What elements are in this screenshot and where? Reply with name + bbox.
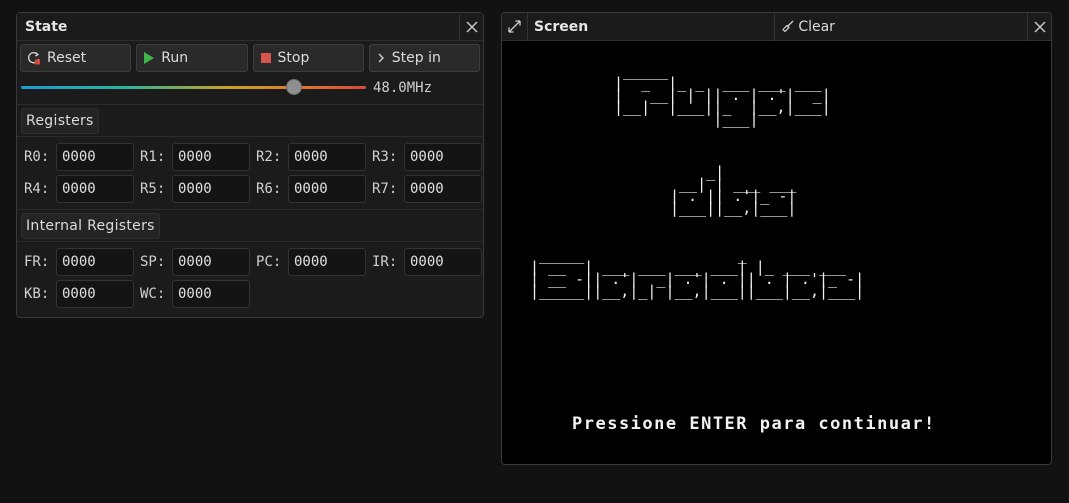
clock-speed-slider-track[interactable] xyxy=(21,86,366,89)
expand-icon xyxy=(508,20,521,33)
register-label: R2: xyxy=(256,149,282,165)
internal-register-value-field[interactable]: 0000 xyxy=(404,248,482,276)
clear-button[interactable]: Clear xyxy=(774,13,841,41)
internal-register-value-field[interactable]: 0000 xyxy=(172,280,250,308)
stop-icon xyxy=(260,53,271,63)
run-label: Run xyxy=(161,50,189,66)
register-cell: R2: 0000 xyxy=(256,143,372,171)
register-value-field[interactable]: 0000 xyxy=(404,143,482,171)
internal-registers-grid: FR: 0000 SP: 0000 PC: 0000 IR: 0000 KB: 0000 WC: 00… xyxy=(17,242,483,314)
internal-register-value-field[interactable]: 0000 xyxy=(172,248,250,276)
reset-label: Reset xyxy=(47,50,87,66)
register-cell: R6: 0000 xyxy=(256,175,372,203)
stop-label: Stop xyxy=(277,50,310,66)
register-cell: R1: 0000 xyxy=(140,143,256,171)
register-value-field[interactable]: 0000 xyxy=(288,143,366,171)
register-label: R1: xyxy=(140,149,166,165)
ascii-title-baralhas: _____ _ | __ | ___ ___ ___ ___| |_ ___ _… xyxy=(530,246,865,300)
state-title: State xyxy=(25,18,68,35)
registers-grid: R0: 0000 R1: 0000 R2: 0000 R3: 0000 R4: 0000 R5: 00… xyxy=(17,137,483,209)
register-label: R3: xyxy=(372,149,398,165)
ascii-title-fuga: _____ | _ |_ _ ___ ___ ___ | __| | || . … xyxy=(614,62,831,128)
internal-register-cell: WC: 0000 xyxy=(140,280,256,308)
register-value-field[interactable]: 0000 xyxy=(288,175,366,203)
clock-speed-value: 48.0MHz xyxy=(373,80,433,96)
state-titlebar: State xyxy=(17,13,483,41)
control-buttons: Reset Run Stop Step in xyxy=(17,41,483,72)
screen-title: Screen xyxy=(534,18,589,35)
broom-icon xyxy=(782,20,794,33)
internal-register-label: FR: xyxy=(24,254,50,270)
register-cell: R3: 0000 xyxy=(372,143,488,171)
register-value-field[interactable]: 0000 xyxy=(172,175,250,203)
continue-prompt: Pressione ENTER para continuar! xyxy=(572,414,936,434)
internal-register-label: WC: xyxy=(140,286,166,302)
register-value-field[interactable]: 0000 xyxy=(172,143,250,171)
screen-close-button[interactable] xyxy=(1027,13,1051,41)
register-cell: R4: 0000 xyxy=(24,175,140,203)
register-value-field[interactable]: 0000 xyxy=(56,175,134,203)
register-cell: R7: 0000 xyxy=(372,175,488,203)
stop-button[interactable]: Stop xyxy=(252,44,364,72)
register-value-field[interactable]: 0000 xyxy=(56,143,134,171)
expand-button[interactable] xyxy=(502,13,528,41)
play-icon xyxy=(144,52,155,64)
chevron-right-icon xyxy=(378,53,384,63)
internal-register-value-field[interactable]: 0000 xyxy=(56,248,134,276)
register-cell: R0: 0000 xyxy=(24,143,140,171)
internal-register-cell: SP: 0000 xyxy=(140,248,256,276)
register-label: R0: xyxy=(24,149,50,165)
register-label: R6: xyxy=(256,181,282,197)
step-in-button[interactable]: Step in xyxy=(368,44,480,72)
state-panel: State Reset Run Stop Step in 48.0MHz Reg… xyxy=(16,12,484,318)
close-icon xyxy=(466,21,477,32)
internal-register-label: IR: xyxy=(372,254,398,270)
screen-panel: Screen Clear _____ | _ |_ _ ___ ___ ___ … xyxy=(501,12,1052,465)
internal-register-label: SP: xyxy=(140,254,166,270)
internal-register-label: PC: xyxy=(256,254,282,270)
step-in-label: Step in xyxy=(391,50,441,66)
register-cell: R5: 0000 xyxy=(140,175,256,203)
internal-registers-header[interactable]: Internal Registers xyxy=(21,213,160,239)
register-value-field[interactable]: 0000 xyxy=(404,175,482,203)
internal-register-cell: FR: 0000 xyxy=(24,248,140,276)
reset-button[interactable]: Reset xyxy=(20,44,132,72)
internal-register-value-field[interactable]: 0000 xyxy=(288,248,366,276)
internal-register-cell: KB: 0000 xyxy=(24,280,140,308)
emulator-screen[interactable]: _____ | _ |_ _ ___ ___ ___ | __| | || . … xyxy=(502,41,1051,464)
run-button[interactable]: Run xyxy=(136,44,248,72)
register-label: R5: xyxy=(140,181,166,197)
internal-register-value-field[interactable]: 0000 xyxy=(56,280,134,308)
register-label: R7: xyxy=(372,181,398,197)
internal-register-cell: PC: 0000 xyxy=(256,248,372,276)
close-icon xyxy=(1034,21,1045,32)
clear-label: Clear xyxy=(798,18,835,35)
reset-icon xyxy=(27,52,40,65)
state-close-button[interactable] xyxy=(459,13,483,40)
screen-titlebar: Screen Clear xyxy=(502,13,1051,41)
internal-register-label: KB: xyxy=(24,286,50,302)
ascii-title-das: _| __| | ___ ___ | . || .'|_ -| |___||__… xyxy=(670,163,797,217)
register-label: R4: xyxy=(24,181,50,197)
clock-speed-slider-handle[interactable] xyxy=(285,79,302,95)
registers-header[interactable]: Registers xyxy=(21,108,99,134)
clock-speed-slider-row: 48.0MHz xyxy=(17,72,483,104)
internal-register-cell: IR: 0000 xyxy=(372,248,488,276)
